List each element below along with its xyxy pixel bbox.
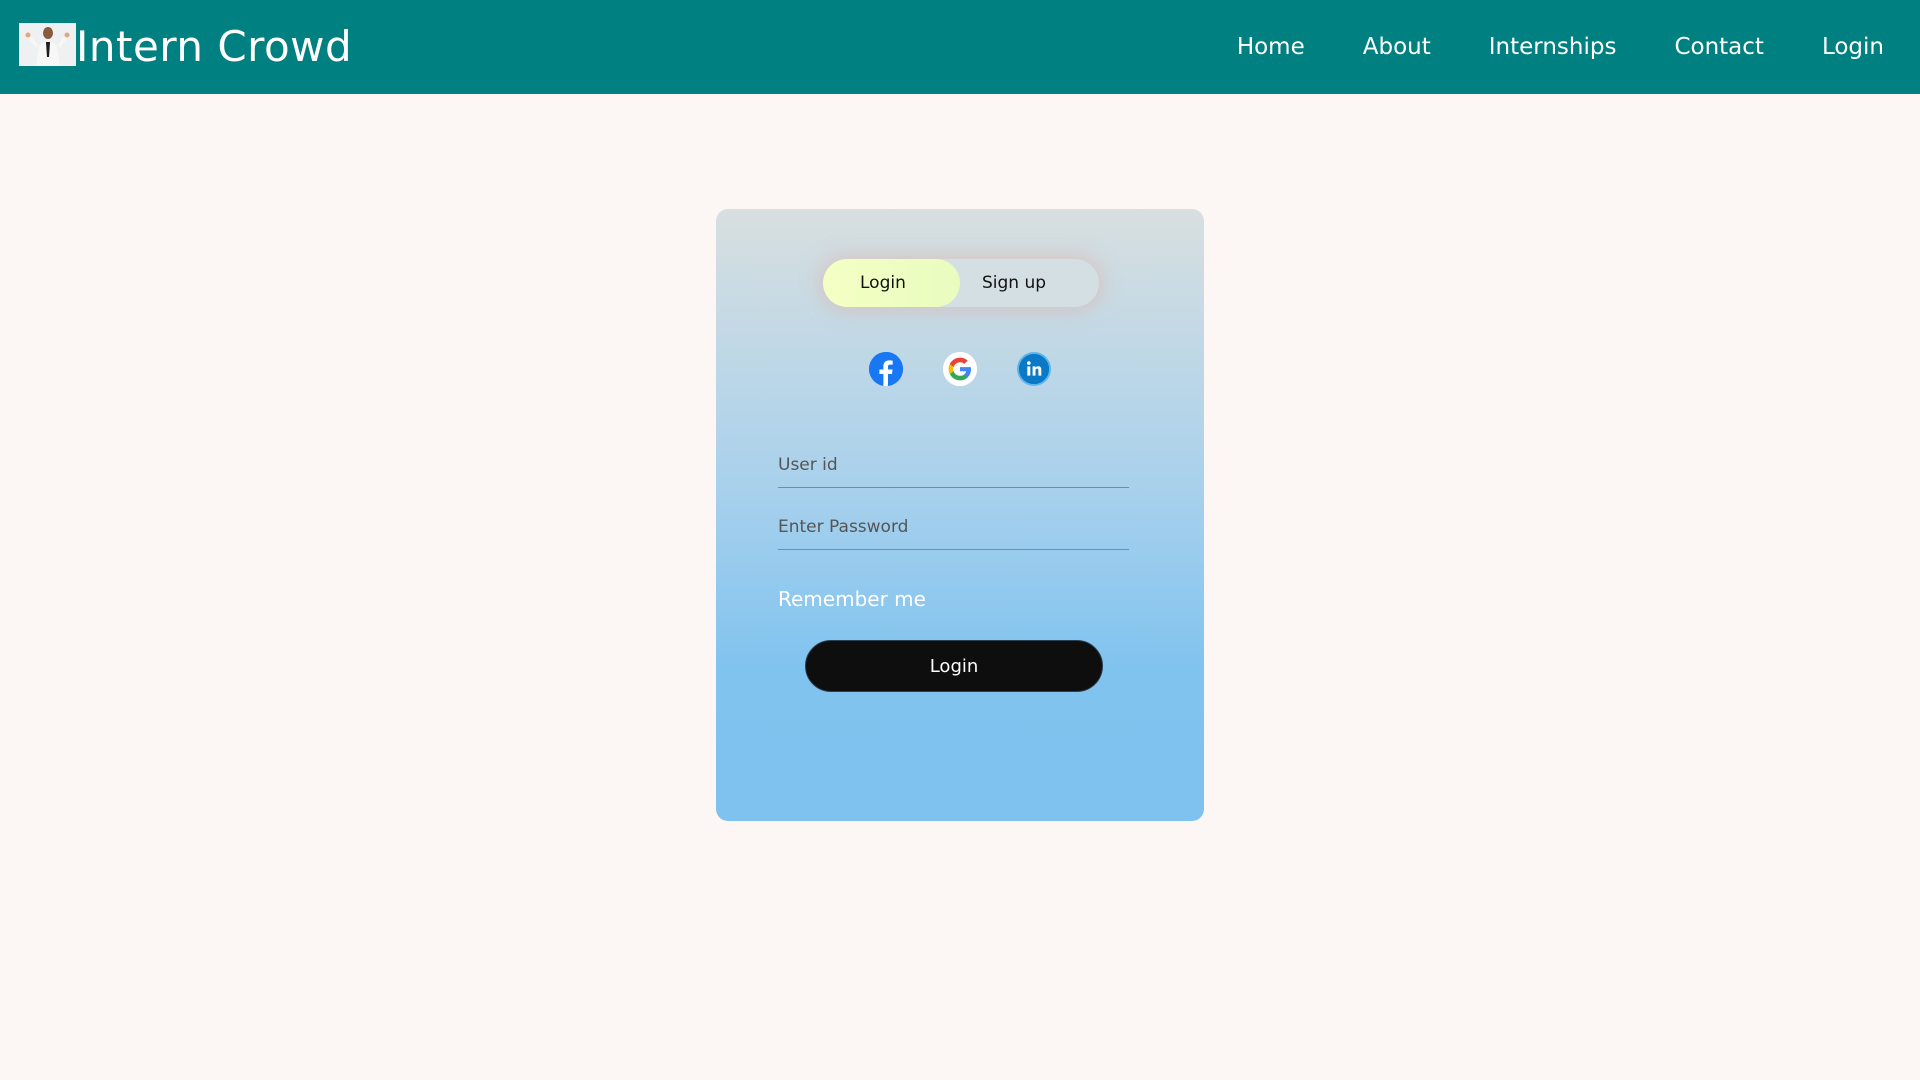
brand[interactable]: Intern Crowd: [19, 22, 353, 71]
top-navbar: Intern Crowd Home About Internships Cont…: [0, 0, 1920, 94]
password-input[interactable]: [778, 504, 1129, 550]
nav-internships[interactable]: Internships: [1489, 34, 1617, 60]
google-icon: [943, 352, 977, 386]
nav-about[interactable]: About: [1363, 34, 1431, 60]
businessman-logo-icon: [19, 22, 76, 66]
nav-contact[interactable]: Contact: [1674, 34, 1763, 60]
auth-card: Login Sign up Remember me Login: [716, 209, 1204, 821]
nav-links: Home About Internships Contact Login: [1179, 0, 1884, 94]
brand-name: Intern Crowd: [76, 22, 353, 71]
google-login-button[interactable]: [943, 352, 977, 386]
auth-tab-toggle: Login Sign up: [823, 259, 1099, 307]
user-id-input[interactable]: [778, 442, 1129, 488]
tab-login[interactable]: Login: [860, 259, 906, 307]
remember-me-label[interactable]: Remember me: [778, 587, 926, 611]
nav-home[interactable]: Home: [1237, 34, 1305, 60]
brand-logo: [19, 22, 76, 66]
login-submit-button[interactable]: Login: [805, 640, 1103, 692]
linkedin-icon: [1019, 354, 1049, 384]
nav-login[interactable]: Login: [1822, 34, 1884, 60]
facebook-login-button[interactable]: [869, 352, 903, 386]
tab-signup[interactable]: Sign up: [982, 259, 1046, 307]
linkedin-login-button[interactable]: [1017, 352, 1051, 386]
facebook-icon: [869, 352, 903, 386]
